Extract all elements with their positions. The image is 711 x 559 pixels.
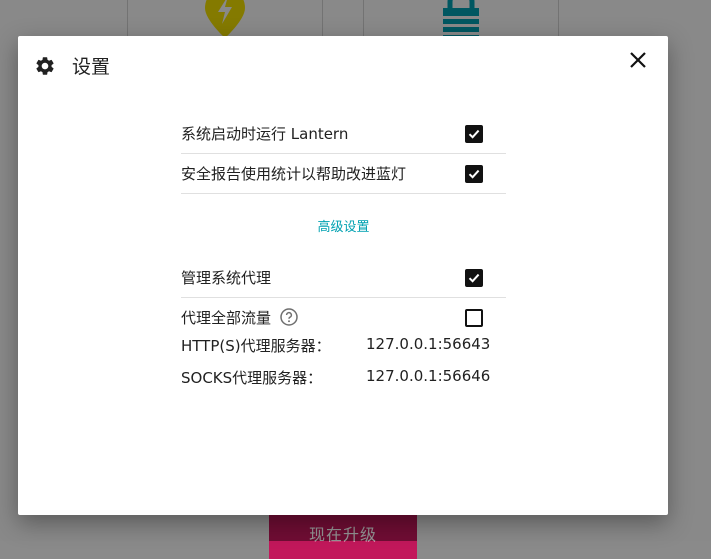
close-button[interactable] [624,46,652,74]
setting-label-container: 代理全部流量 [181,307,298,328]
proxy-info: HTTP(S)代理服务器： 127.0.0.1:56643 SOCKS代理服务器… [181,330,506,394]
dialog-header: 设置 [18,36,668,100]
settings-list: 系统启动时运行 Lantern 安全报告使用统计以帮助改进蓝灯 高级设置 管理系… [181,114,506,337]
proxy-all-checkbox[interactable] [465,309,483,327]
advanced-settings-section: 高级设置 [181,194,506,258]
setting-row-system-proxy: 管理系统代理 [181,258,506,298]
socks-proxy-value: 127.0.0.1:56646 [366,367,491,385]
setting-label: 系统启动时运行 Lantern [181,125,349,143]
setting-label: 代理全部流量 [181,309,272,327]
autostart-checkbox[interactable] [465,125,483,143]
socks-proxy-row: SOCKS代理服务器： 127.0.0.1:56646 [181,362,506,394]
http-proxy-value: 127.0.0.1:56643 [366,335,491,353]
http-proxy-row: HTTP(S)代理服务器： 127.0.0.1:56643 [181,330,506,362]
usage-stats-checkbox[interactable] [465,165,483,183]
http-proxy-label: HTTP(S)代理服务器： [181,337,331,355]
dialog-title: 设置 [72,56,111,78]
help-icon[interactable] [280,307,298,326]
settings-dialog: 设置 系统启动时运行 Lantern 安全报告使用统计以帮助改进蓝灯 高级设置 … [18,36,668,515]
setting-label: 管理系统代理 [181,269,272,287]
setting-row-autostart: 系统启动时运行 Lantern [181,114,506,154]
socks-proxy-label: SOCKS代理服务器： [181,369,323,387]
setting-row-usage-stats: 安全报告使用统计以帮助改进蓝灯 [181,154,506,194]
check-icon [468,273,480,283]
check-icon [468,129,480,139]
check-icon [468,169,480,179]
setting-label: 安全报告使用统计以帮助改进蓝灯 [181,165,407,183]
gear-icon [36,57,54,75]
close-icon [630,52,646,68]
advanced-settings-link[interactable]: 高级设置 [181,216,506,235]
system-proxy-checkbox[interactable] [465,269,483,287]
